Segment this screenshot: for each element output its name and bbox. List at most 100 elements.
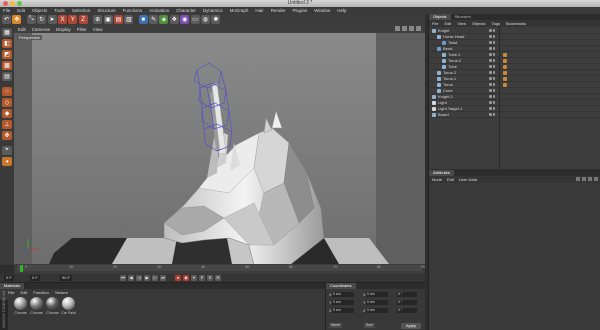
menu-mograph[interactable]: MoGraph xyxy=(230,8,249,13)
object-mode-icon[interactable]: ◩ xyxy=(2,50,12,59)
apply-button[interactable]: Apply xyxy=(401,323,421,329)
material-swatch[interactable] xyxy=(30,297,43,310)
render-visibility-dot[interactable] xyxy=(492,29,495,32)
objmenu-edit[interactable]: Edit xyxy=(444,21,451,26)
objmenu-view[interactable]: View xyxy=(457,21,466,26)
editor-visibility-dot[interactable] xyxy=(489,77,492,80)
lock-icon[interactable] xyxy=(594,177,598,181)
close-window-button[interactable] xyxy=(3,1,8,6)
editor-visibility-dot[interactable] xyxy=(489,89,492,92)
visibility-dots[interactable] xyxy=(489,95,496,98)
object-tree-row[interactable]: Light xyxy=(429,100,600,106)
end-frame-field[interactable]: 90 F xyxy=(60,275,73,281)
deformer-icon[interactable]: ◉ xyxy=(180,15,190,24)
position-key-button[interactable]: P xyxy=(199,275,205,281)
visibility-dots[interactable] xyxy=(489,101,496,104)
move-icon[interactable]: ✥ xyxy=(12,15,22,24)
menu-help[interactable]: Help xyxy=(337,8,346,13)
y-axis-icon[interactable]: Y xyxy=(68,15,78,24)
object-column-divider[interactable] xyxy=(499,27,500,169)
position-x-field[interactable]: 0 cm xyxy=(332,292,354,297)
render-visibility-dot[interactable] xyxy=(492,77,495,80)
menu-tools[interactable]: Tools xyxy=(54,8,65,13)
render-picture-viewer-icon[interactable]: ▤ xyxy=(113,15,123,24)
cube-icon[interactable]: ■ xyxy=(138,15,148,24)
render-visibility-dot[interactable] xyxy=(492,71,495,74)
zoom-icon[interactable] xyxy=(402,26,407,31)
material-label[interactable]: Chrome xyxy=(45,311,60,315)
editor-visibility-dot[interactable] xyxy=(489,71,492,74)
editor-visibility-dot[interactable] xyxy=(489,35,492,38)
texture-tag-icon[interactable] xyxy=(503,70,507,75)
render-visibility-dot[interactable] xyxy=(492,47,495,50)
coordinate-system-icon[interactable]: ⊕ xyxy=(93,15,103,24)
object-name[interactable]: Knight xyxy=(438,28,449,34)
tweak-mode-icon[interactable]: ✤ xyxy=(2,131,12,140)
editor-visibility-dot[interactable] xyxy=(489,59,492,62)
viewport-menu-filter[interactable]: Filter xyxy=(77,27,87,32)
previous-key-button[interactable]: ◀ xyxy=(128,275,134,281)
editor-visibility-dot[interactable] xyxy=(489,95,492,98)
object-name[interactable]: Knight.2 xyxy=(438,94,453,100)
size-mode-dropdown[interactable]: Size xyxy=(364,323,375,328)
menu-selection[interactable]: Selection xyxy=(72,8,91,13)
menu-edit[interactable]: Edit xyxy=(17,8,25,13)
matmenu-edit[interactable]: Edit xyxy=(20,290,27,295)
viewport-menu-display[interactable]: Display xyxy=(56,27,71,32)
rotation-p-field[interactable]: 0 ° xyxy=(397,300,417,305)
render-visibility-dot[interactable] xyxy=(492,101,495,104)
rotation-h-field[interactable]: 0 ° xyxy=(397,292,417,297)
coordinate-mode-dropdown[interactable]: World xyxy=(329,323,343,328)
subdivision-icon[interactable]: ◈ xyxy=(159,15,169,24)
sculpt-icon[interactable]: ◕ xyxy=(2,157,12,166)
editor-visibility-dot[interactable] xyxy=(489,65,492,68)
next-frame-button[interactable]: ▷ xyxy=(152,275,158,281)
object-name[interactable]: Board xyxy=(438,112,449,118)
pan-icon[interactable] xyxy=(395,26,400,31)
object-tree-row[interactable]: Knight xyxy=(429,28,600,34)
visibility-dots[interactable] xyxy=(489,41,496,44)
material-swatch[interactable] xyxy=(14,297,27,310)
object-name[interactable]: Tube xyxy=(448,64,457,70)
keyframe-selection-button[interactable]: ⌖ xyxy=(191,275,197,281)
menu-plugins[interactable]: Plugins xyxy=(292,8,307,13)
editor-visibility-dot[interactable] xyxy=(489,41,492,44)
material-swatch[interactable] xyxy=(46,297,59,310)
model-mode-icon[interactable]: ◧ xyxy=(2,39,12,48)
viewport-menu-edit[interactable]: Edit xyxy=(18,27,26,32)
render-visibility-dot[interactable] xyxy=(492,53,495,56)
start-frame-field[interactable]: 0 F xyxy=(4,275,14,281)
go-to-start-button[interactable]: ⏮ xyxy=(120,275,126,281)
menu-dynamics[interactable]: Dynamics xyxy=(203,8,223,13)
array-icon[interactable]: ❖ xyxy=(169,15,179,24)
material-label[interactable]: Chrome xyxy=(13,311,28,315)
previous-frame-button[interactable]: ◁ xyxy=(136,275,142,281)
editor-visibility-dot[interactable] xyxy=(489,107,492,110)
menu-animation[interactable]: Animation xyxy=(149,8,169,13)
object-tree-row[interactable]: Knight.2 xyxy=(429,94,600,100)
visibility-dots[interactable] xyxy=(489,83,496,86)
pen-icon[interactable]: ✎ xyxy=(149,15,159,24)
tab-coordinates[interactable]: Coordinates xyxy=(326,283,356,289)
visibility-dots[interactable] xyxy=(489,89,496,92)
texture-tag-icon[interactable] xyxy=(503,52,507,57)
scale-key-button[interactable]: S xyxy=(207,275,213,281)
record-button[interactable]: ● xyxy=(175,275,181,281)
object-tree-row[interactable]: Tube.1 xyxy=(429,52,600,58)
object-tree-row[interactable]: Torus xyxy=(429,82,600,88)
object-tree-row[interactable]: Twist xyxy=(429,40,600,46)
play-button[interactable]: ▶ xyxy=(144,275,150,281)
menu-functions[interactable]: Functions xyxy=(123,8,143,13)
object-name[interactable]: Horse Head xyxy=(443,34,464,40)
floor-icon[interactable]: ▭ xyxy=(190,15,200,24)
material-swatch[interactable] xyxy=(62,297,75,310)
timeline[interactable]: 0 10 20 30 40 50 60 70 80 90 xyxy=(14,264,425,274)
maximize-view-icon[interactable] xyxy=(416,26,421,31)
visibility-dots[interactable] xyxy=(489,53,496,56)
back-arrow-icon[interactable] xyxy=(576,177,580,181)
attrmenu-mode[interactable]: Mode xyxy=(432,177,442,182)
menu-objects[interactable]: Objects xyxy=(32,8,47,13)
object-tree-row[interactable]: Board xyxy=(429,112,600,118)
texture-tag-icon[interactable] xyxy=(503,76,507,81)
visibility-dots[interactable] xyxy=(489,71,496,74)
